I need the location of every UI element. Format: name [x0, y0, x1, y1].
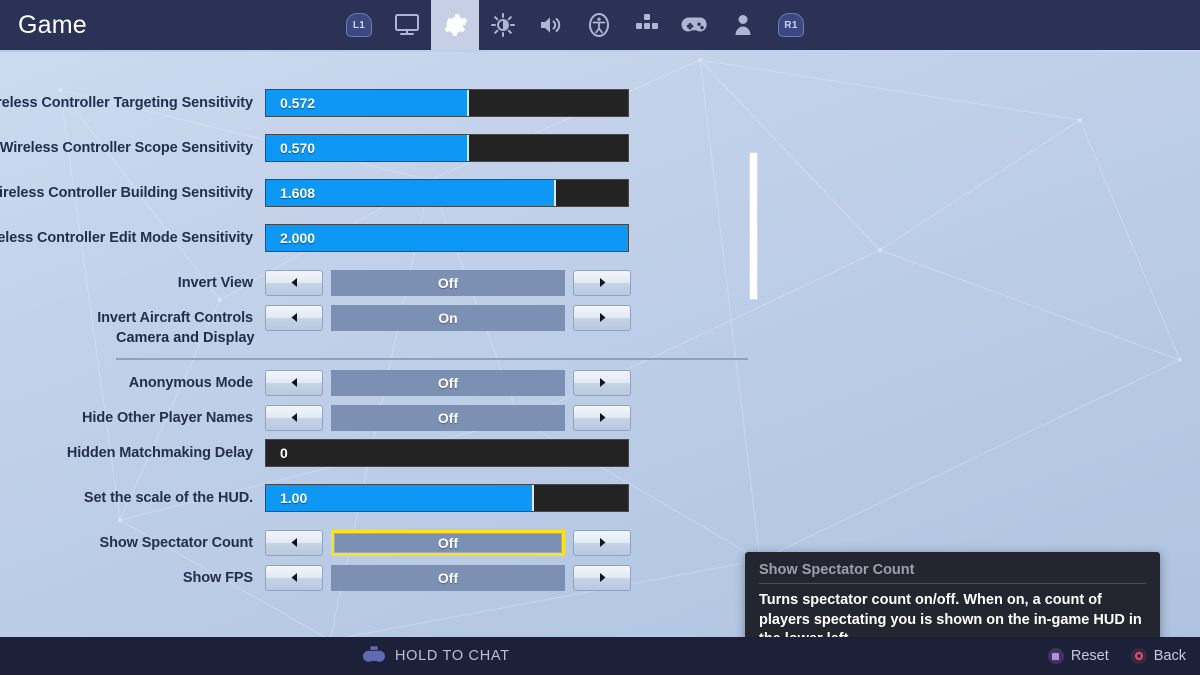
arrow-left-icon[interactable]: [265, 564, 323, 591]
back-button-label: Back: [1153, 648, 1186, 664]
l1-bumper-icon: L1: [346, 13, 372, 37]
arrow-left-icon[interactable]: [265, 404, 323, 431]
square-button-icon: [1047, 648, 1064, 664]
slider-value: 0.570: [280, 139, 316, 156]
setting-label: Wireless Controller Targeting Sensitivit…: [0, 94, 253, 111]
setting-label: Hide Other Player Names: [82, 409, 253, 426]
arrow-right-icon[interactable]: [573, 369, 631, 396]
toggle-show-fps: Off: [265, 564, 631, 591]
arrow-right-icon[interactable]: [573, 404, 631, 431]
tab-video[interactable]: [383, 0, 431, 50]
toggle-value[interactable]: Off: [331, 529, 565, 556]
number-field-value: 0: [280, 444, 288, 461]
page-title: Game: [18, 10, 87, 39]
toggle-value[interactable]: Off: [331, 269, 565, 296]
arrow-right-icon[interactable]: [573, 269, 631, 296]
slider-value: 1.00: [280, 489, 308, 506]
hold-to-chat-label: HOLD TO CHAT: [395, 648, 510, 664]
toggle-invert-aircraft-controls: On: [265, 304, 631, 331]
settings-list: Wireless Controller Targeting Sensitivit…: [0, 52, 1200, 637]
setting-label: Anonymous Mode: [128, 374, 253, 391]
tab-game[interactable]: [431, 0, 479, 50]
setting-row-wireless-controller-targeting-sensitivity: Wireless Controller Targeting Sensitivit…: [0, 80, 760, 125]
section-camera-and-display: Camera and Display: [116, 330, 748, 360]
toggle-anonymous-mode: Off: [265, 369, 631, 396]
bottom-bar: HOLD TO CHAT Reset Back: [0, 637, 1200, 675]
setting-label: Show Spectator Count: [99, 534, 254, 551]
tab-accessibility[interactable]: [575, 0, 623, 50]
gamepad-icon: [363, 645, 385, 667]
slider-wireless-controller-edit-mode-sensitivity[interactable]: 2.000: [265, 223, 629, 252]
setting-label: Set the scale of the HUD.: [83, 489, 253, 506]
tooltip-divider: [759, 583, 1146, 584]
arrow-left-icon[interactable]: [265, 529, 323, 556]
setting-label: Wireless Controller Building Sensitivity: [0, 184, 253, 201]
reset-button-label: Reset: [1070, 648, 1109, 664]
bumper-label: R1: [784, 19, 798, 31]
slider-hud-scale[interactable]: 1.00: [265, 483, 629, 512]
top-bar: Game L1 R1: [0, 0, 1200, 50]
setting-row-show-fps: Show FPS Off: [0, 555, 760, 600]
arrow-right-icon[interactable]: [573, 304, 631, 331]
tooltip-title: Show Spectator Count: [759, 562, 915, 578]
setting-label: Hidden Matchmaking Delay: [66, 444, 253, 461]
toggle-value[interactable]: On: [331, 304, 565, 331]
gear-icon: [441, 11, 469, 39]
slider-value: 1.608: [280, 184, 316, 201]
setting-row-wireless-controller-building-sensitivity: Wireless Controller Building Sensitivity…: [0, 170, 760, 215]
toggle-value[interactable]: Off: [331, 404, 565, 431]
nav-tabs: L1 R1: [335, 0, 815, 50]
toggle-value[interactable]: Off: [331, 564, 565, 591]
tab-audio[interactable]: [527, 0, 575, 50]
bumper-label: L1: [352, 19, 366, 31]
toggle-show-spectator-count: Off: [265, 529, 631, 556]
l1-bumper[interactable]: L1: [335, 0, 383, 50]
monitor-icon: [393, 11, 421, 39]
tab-controller[interactable]: [671, 0, 719, 50]
reset-button[interactable]: Reset: [1047, 648, 1109, 664]
setting-label: Invert View: [177, 274, 253, 291]
speaker-icon: [537, 11, 565, 39]
setting-row-wireless-controller-edit-mode-sensitivity: Wireless Controller Edit Mode Sensitivit…: [0, 215, 760, 260]
arrow-left-icon[interactable]: [265, 369, 323, 396]
circle-button-icon: [1130, 648, 1147, 664]
scrollbar-thumb[interactable]: [749, 152, 758, 300]
action-buttons: Reset Back: [1047, 648, 1186, 664]
section-title: Camera and Display: [116, 330, 255, 346]
setting-label: Show FPS: [182, 569, 253, 586]
slider-wireless-controller-scope-sensitivity[interactable]: 0.570: [265, 133, 629, 162]
r1-bumper-icon: R1: [778, 13, 804, 37]
arrow-left-icon[interactable]: [265, 304, 323, 331]
fortnite-settings-screen: Game L1 R1 Wireless Controller Targeting …: [0, 0, 1200, 675]
toggle-value[interactable]: Off: [331, 369, 565, 396]
back-button[interactable]: Back: [1130, 648, 1186, 664]
accessibility-icon: [585, 11, 613, 39]
hold-to-chat[interactable]: HOLD TO CHAT: [363, 645, 510, 667]
toggle-invert-view: Off: [265, 269, 631, 296]
tab-account[interactable]: [719, 0, 767, 50]
setting-label: Invert Aircraft Controls: [97, 309, 253, 326]
keybinds-icon: [633, 11, 661, 39]
brightness-icon: [489, 11, 517, 39]
setting-row-wireless-controller-scope-sensitivity: Wireless Controller Scope Sensitivity 0.5…: [0, 125, 760, 170]
number-field-hidden-matchmaking-delay[interactable]: 0: [265, 438, 629, 467]
setting-label: Wireless Controller Scope Sensitivity: [0, 139, 253, 156]
person-icon: [729, 11, 757, 39]
slider-wireless-controller-targeting-sensitivity[interactable]: 0.572: [265, 88, 629, 117]
tab-brightness[interactable]: [479, 0, 527, 50]
slider-wireless-controller-building-sensitivity[interactable]: 1.608: [265, 178, 629, 207]
r1-bumper[interactable]: R1: [767, 0, 815, 50]
tab-keybinds[interactable]: [623, 0, 671, 50]
arrow-right-icon[interactable]: [573, 529, 631, 556]
arrow-left-icon[interactable]: [265, 269, 323, 296]
slider-fill: [266, 224, 628, 251]
slider-value: 0.572: [280, 94, 316, 111]
setting-row-hidden-matchmaking-delay: Hidden Matchmaking Delay 0: [0, 430, 760, 475]
slider-value: 2.000: [280, 229, 316, 246]
toggle-hide-other-player-names: Off: [265, 404, 631, 431]
controller-icon: [681, 11, 709, 39]
setting-label: Wireless Controller Edit Mode Sensitivit…: [0, 229, 253, 246]
setting-row-hud-scale: Set the scale of the HUD. 1.00: [0, 475, 760, 520]
arrow-right-icon[interactable]: [573, 564, 631, 591]
